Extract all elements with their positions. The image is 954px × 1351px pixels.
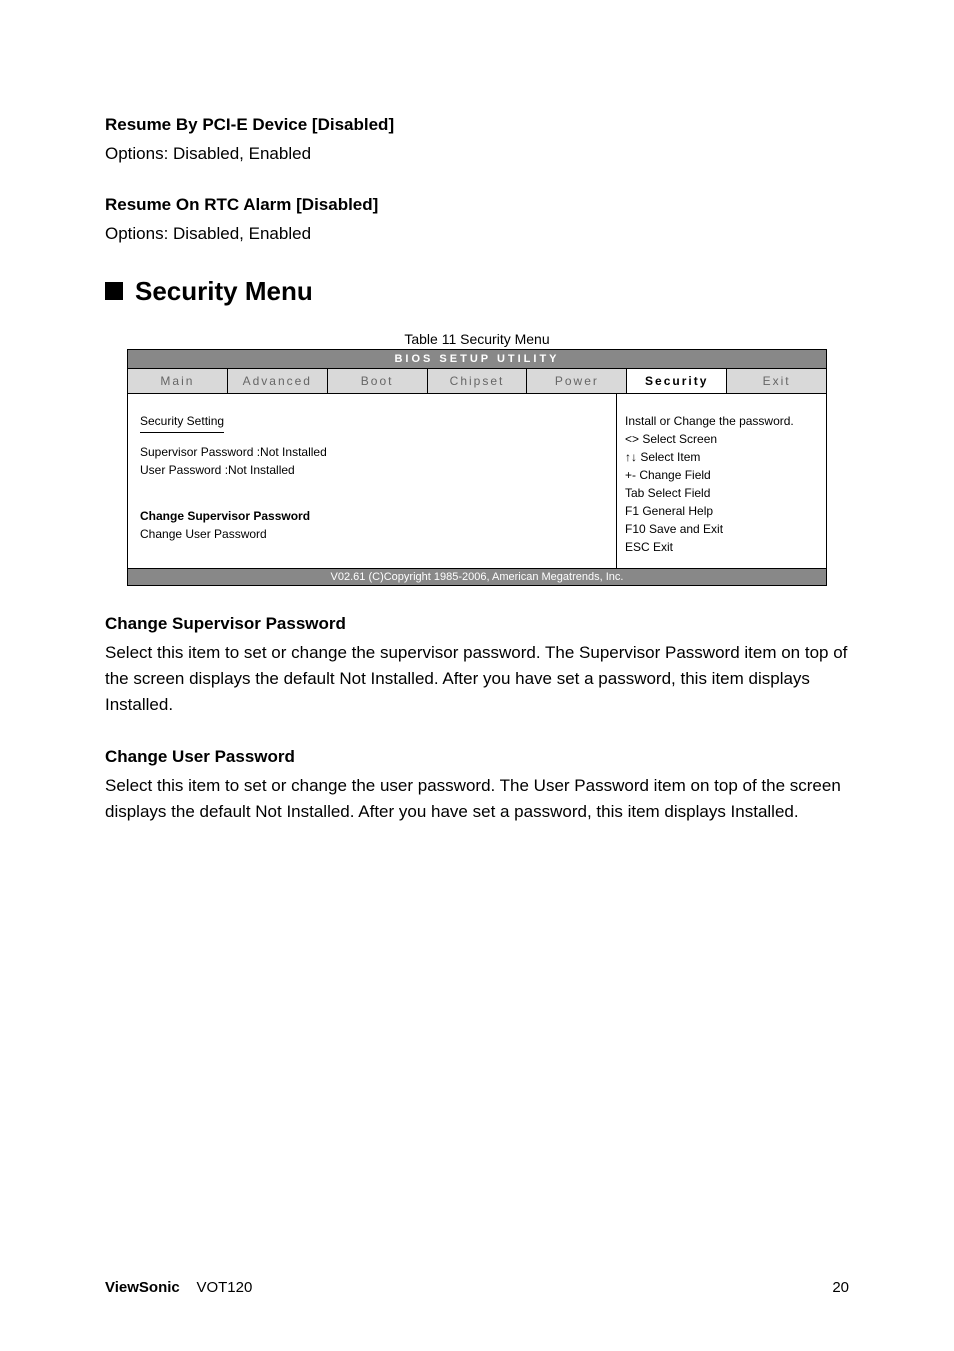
footer-page-number: 20 (832, 1279, 849, 1296)
resume-pci-body: Options: Disabled, Enabled (105, 141, 849, 167)
bios-title: BIOS SETUP UTILITY (128, 350, 826, 369)
help-esc: ESC Exit (625, 538, 818, 556)
tab-exit[interactable]: Exit (727, 369, 826, 393)
tab-advanced[interactable]: Advanced (228, 369, 328, 393)
help-save-exit: F10 Save and Exit (625, 520, 818, 538)
bios-footer: V02.61 (C)Copyright 1985-2006, American … (128, 568, 826, 585)
bios-setup-table: BIOS SETUP UTILITY Main Advanced Boot Ch… (127, 349, 827, 586)
bios-help-keys: <> Select Screen ↑↓ Select Item +- Chang… (625, 430, 818, 556)
bios-help-desc: Install or Change the password. (625, 412, 818, 430)
help-general: F1 General Help (625, 502, 818, 520)
change-user-body: Select this item to set or change the us… (105, 773, 849, 826)
bios-right-panel: Install or Change the password. <> Selec… (616, 394, 826, 568)
resume-pci-heading: Resume By PCI-E Device [Disabled] (105, 115, 849, 135)
bios-left-panel: Security Setting Supervisor Password :No… (128, 394, 616, 568)
change-user-password-item[interactable]: Change User Password (140, 525, 604, 543)
tab-chipset[interactable]: Chipset (428, 369, 528, 393)
change-supervisor-body: Select this item to set or change the su… (105, 640, 849, 719)
table-caption: Table 11 Security Menu (105, 331, 849, 347)
help-select-screen: <> Select Screen (625, 430, 818, 448)
change-user-heading: Change User Password (105, 747, 849, 767)
square-bullet-icon (105, 282, 123, 300)
help-select-item: ↑↓ Select Item (625, 448, 818, 466)
change-supervisor-password-item[interactable]: Change Supervisor Password (140, 507, 604, 525)
bios-body: Security Setting Supervisor Password :No… (128, 394, 826, 568)
supervisor-pwd-status: Supervisor Password :Not Installed (140, 443, 604, 461)
resume-rtc-body: Options: Disabled, Enabled (105, 221, 849, 247)
security-setting-label: Security Setting (140, 412, 224, 433)
user-pwd-status: User Password :Not Installed (140, 461, 604, 479)
page-footer: ViewSonic VOT120 20 (105, 1279, 849, 1296)
footer-brand: ViewSonic (105, 1279, 180, 1296)
footer-left: ViewSonic VOT120 (105, 1279, 252, 1296)
security-menu-heading: Security Menu (135, 276, 313, 307)
help-change-field: +- Change Field (625, 466, 818, 484)
security-menu-heading-row: Security Menu (105, 276, 849, 307)
bios-tab-row: Main Advanced Boot Chipset Power Securit… (128, 369, 826, 394)
footer-model: VOT120 (196, 1279, 252, 1296)
tab-security[interactable]: Security (627, 369, 727, 393)
tab-power[interactable]: Power (527, 369, 627, 393)
help-tab-select: Tab Select Field (625, 484, 818, 502)
tab-main[interactable]: Main (128, 369, 228, 393)
change-supervisor-heading: Change Supervisor Password (105, 614, 849, 634)
tab-boot[interactable]: Boot (328, 369, 428, 393)
resume-rtc-heading: Resume On RTC Alarm [Disabled] (105, 195, 849, 215)
